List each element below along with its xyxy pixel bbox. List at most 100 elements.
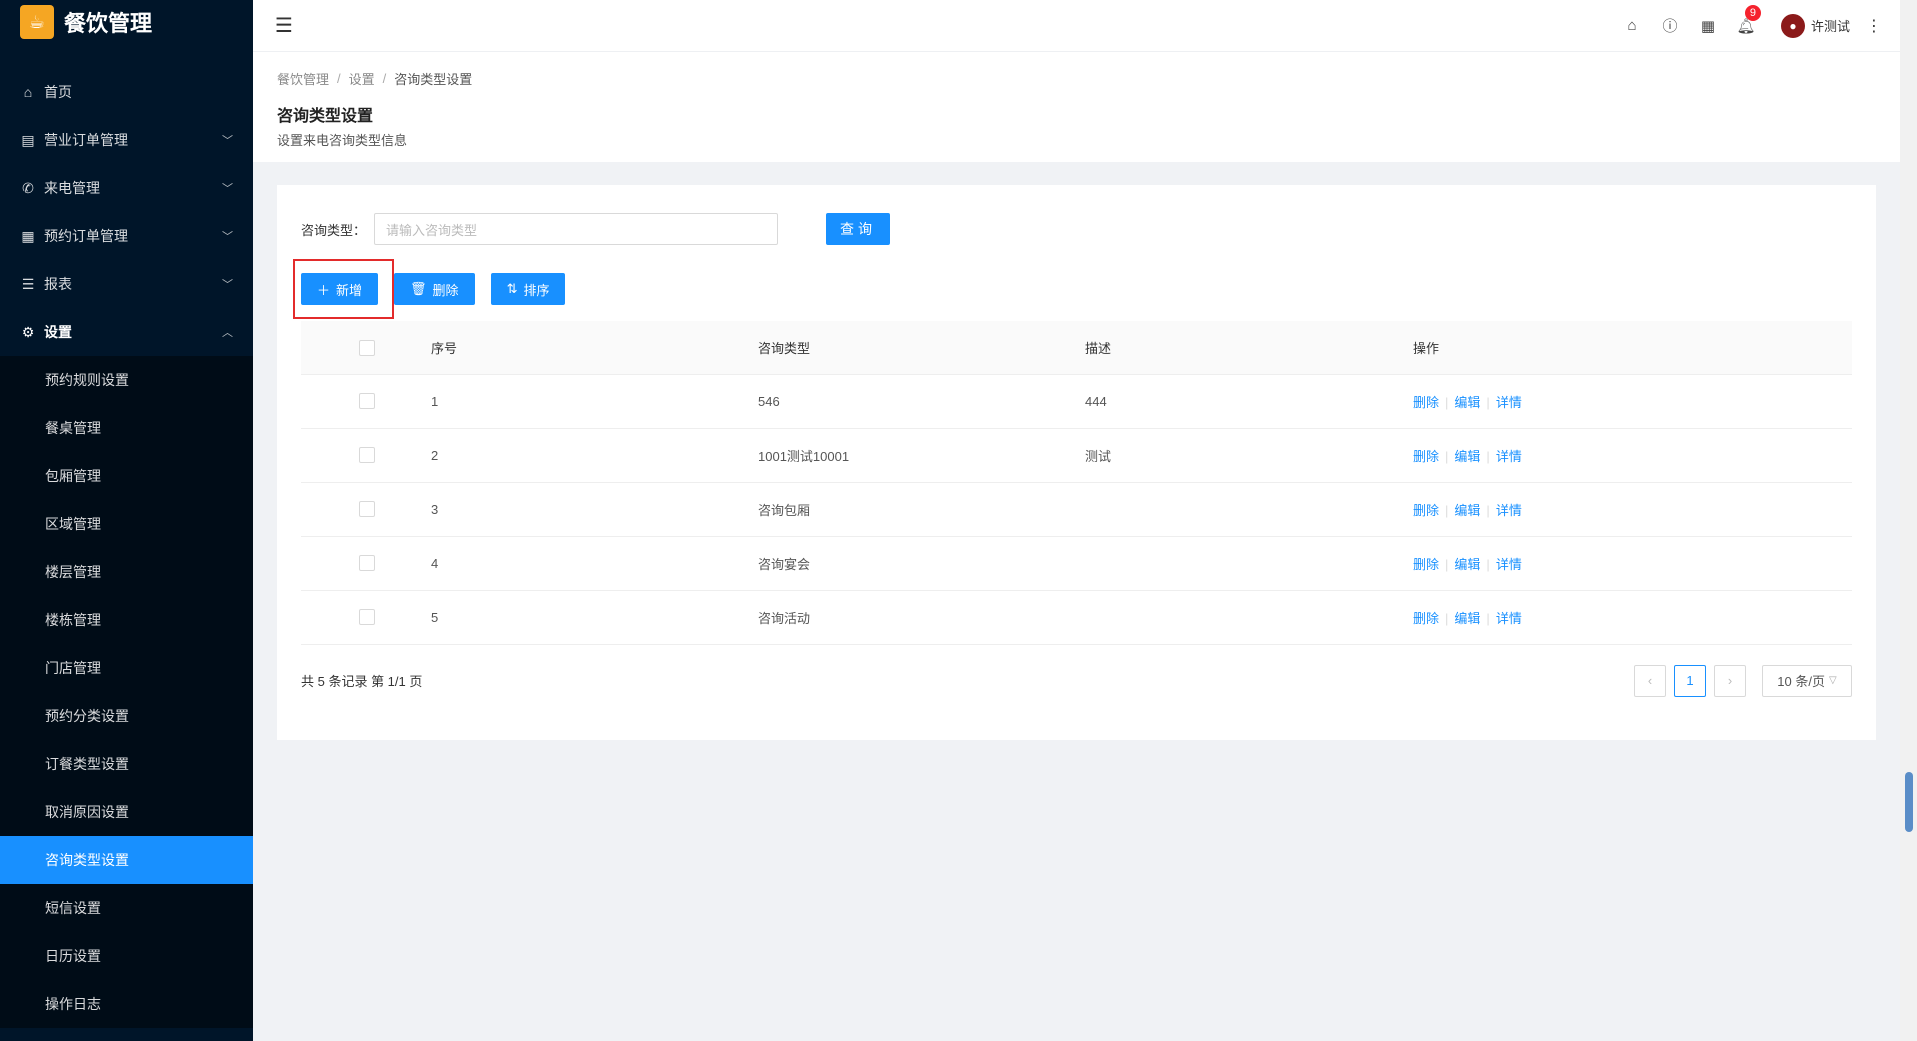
row-edit-link[interactable]: 编辑 [1454,557,1480,572]
row-checkbox[interactable] [359,501,375,518]
sidebar-item-3[interactable]: ▦ 预约订单管理 ﹀ [0,212,253,260]
help-icon[interactable]: ⓘ [1651,15,1689,36]
row-delete-link[interactable]: 删除 [1413,503,1439,518]
home-icon[interactable]: ⌂ [1613,17,1651,34]
submenu-item-1[interactable]: 餐桌管理 [0,404,253,452]
chart-icon: ▤ [21,131,35,148]
sidebar-item-label: 营业订单管理 [44,132,128,148]
breadcrumb-separator: / [382,71,387,86]
delete-button[interactable]: 🗑︎ 删除 [394,273,475,305]
row-check-cell [301,374,431,429]
order-icon: ▦ [21,227,35,244]
row-checkbox[interactable] [359,393,375,410]
submenu-item-2[interactable]: 包厢管理 [0,452,253,500]
table-row: 5 咨询活动 删除 | 编辑 | 详情 [301,590,1852,645]
sidebar-item-5[interactable]: ⚙ 设置 ︿ [0,308,253,356]
cell-ops: 删除 | 编辑 | 详情 [1413,428,1852,483]
row-check-cell [301,482,431,537]
prev-page-button[interactable]: ‹ [1634,664,1666,697]
page-size-select[interactable]: 10 条/页 ▽ [1762,664,1852,697]
sidebar: ☕ 餐饮管理 ⌂ 首页 ▤ 营业订单管理 ﹀ ✆ 来电管理 ﹀ ▦ 预约订单管理 ﹀ ☰ 报表 ﹀ ⚙ 设置 ︿… [0,0,253,1041]
menu-fold-icon[interactable]: ☰ [275,13,293,38]
page-scrollbar[interactable] [1900,0,1917,1041]
row-edit-link[interactable]: 编辑 [1454,611,1480,626]
cell-desc [1085,482,1413,537]
apps-grid-icon[interactable]: ▦ [1689,17,1727,35]
username[interactable]: 许测试 [1811,16,1850,35]
row-delete-link[interactable]: 删除 [1413,395,1439,410]
sort-button-label: 排序 [523,282,550,298]
row-checkbox[interactable] [359,609,375,626]
row-detail-link[interactable]: 详情 [1496,395,1522,410]
table-row: 1 546 444 删除 | 编辑 | 详情 [301,374,1852,429]
sidebar-item-label: 报表 [44,276,72,292]
op-divider: | [1445,448,1449,464]
op-divider: | [1486,610,1490,626]
settings-submenu: 预约规则设置 餐桌管理 包厢管理 区域管理 楼层管理 楼栋管理 门店管理 预约分类设置 订餐类型… [0,356,253,1028]
row-checkbox[interactable] [359,447,375,464]
sidebar-item-2[interactable]: ✆ 来电管理 ﹀ [0,164,253,212]
submenu-item-7[interactable]: 预约分类设置 [0,692,253,740]
search-label: 咨询类型： [301,222,367,238]
sidebar-item-0[interactable]: ⌂ 首页 [0,68,253,116]
add-button-label: 新增 [336,282,363,298]
submenu-item-13[interactable]: 操作日志 [0,980,253,1028]
row-delete-link[interactable]: 删除 [1413,449,1439,464]
row-detail-link[interactable]: 详情 [1496,449,1522,464]
breadcrumb-item-settings[interactable]: 设置 [349,69,375,88]
home-icon: ⌂ [23,84,33,100]
consult-type-input[interactable]: 请输入咨询类型 [374,213,779,245]
row-checkbox[interactable] [359,555,375,572]
sidebar-item-1[interactable]: ▤ 营业订单管理 ﹀ [0,116,253,164]
row-edit-link[interactable]: 编辑 [1454,503,1480,518]
gear-icon: ⚙ [21,323,35,340]
select-all-checkbox[interactable] [359,339,375,356]
page-description: 设置来电咨询类型信息 [277,133,408,148]
page-1-button[interactable]: 1 [1674,664,1706,697]
header-seq: 序号 [431,321,758,375]
more-vertical-icon[interactable]: ⋮ [1866,16,1882,36]
submenu-item-4[interactable]: 楼层管理 [0,548,253,596]
page-header: 餐饮管理 / 设置 / 咨询类型设置 咨询类型设置 设置来电咨询类型信息 [253,52,1900,162]
submenu-item-0[interactable]: 预约规则设置 [0,356,253,404]
sort-button[interactable]: ⇅ 排序 [490,273,566,305]
submenu-item-10[interactable]: 咨询类型设置 [0,836,253,884]
cell-type: 546 [758,374,1085,429]
add-button[interactable]: ＋ 新增 [301,273,379,305]
row-detail-link[interactable]: 详情 [1496,557,1522,572]
next-page-button[interactable]: › [1714,664,1746,697]
scrollbar-thumb[interactable] [1905,772,1913,832]
row-delete-link[interactable]: 删除 [1413,611,1439,626]
cell-seq: 1 [431,374,758,429]
chevron-down-icon: ﹀ [222,183,233,195]
submenu-item-8[interactable]: 订餐类型设置 [0,740,253,788]
breadcrumb-item-home[interactable]: 餐饮管理 [277,69,329,88]
pagination: ‹ 1 › 10 条/页 ▽ [1626,664,1852,697]
query-button[interactable]: 查询 [826,213,891,245]
sidebar-menu: ⌂ 首页 ▤ 营业订单管理 ﹀ ✆ 来电管理 ﹀ ▦ 预约订单管理 ﹀ ☰ 报表 ﹀ ⚙ 设置 ︿ 预约规则设置餐… [0,68,253,1028]
sidebar-item-label: 首页 [44,84,72,100]
sidebar-item-4[interactable]: ☰ 报表 ﹀ [0,260,253,308]
top-header: ☰ ⌂ ⓘ ▦ 🔔︎ 9 ● 许测试 ⋮ [253,0,1900,52]
avatar[interactable]: ● [1780,13,1805,38]
op-divider: | [1486,394,1490,410]
submenu-item-11[interactable]: 短信设置 [0,884,253,932]
row-edit-link[interactable]: 编辑 [1454,449,1480,464]
row-detail-link[interactable]: 详情 [1496,503,1522,518]
op-divider: | [1445,394,1449,410]
content-card: 咨询类型： 请输入咨询类型 查询 ＋ 新增 🗑︎ 删除 ⇅ 排序 序号 咨询类型… [277,185,1876,740]
sidebar-item-label: 预约订单管理 [44,228,128,244]
phone-icon: ✆ [22,179,34,196]
submenu-item-9[interactable]: 取消原因设置 [0,788,253,836]
submenu-item-12[interactable]: 日历设置 [0,932,253,980]
table-body: 1 546 444 删除 | 编辑 | 详情 2 1001测试10001 测试 删除 | 编辑 | 详情 3 咨询… [301,374,1852,645]
submenu-item-3[interactable]: 区域管理 [0,500,253,548]
bell-icon[interactable]: 🔔︎ 9 [1727,4,1765,35]
submenu-item-6[interactable]: 门店管理 [0,644,253,692]
row-delete-link[interactable]: 删除 [1413,557,1439,572]
row-detail-link[interactable]: 详情 [1496,611,1522,626]
row-edit-link[interactable]: 编辑 [1454,395,1480,410]
app-title: 餐饮管理 [64,11,153,36]
submenu-item-5[interactable]: 楼栋管理 [0,596,253,644]
header-desc: 描述 [1085,321,1413,375]
